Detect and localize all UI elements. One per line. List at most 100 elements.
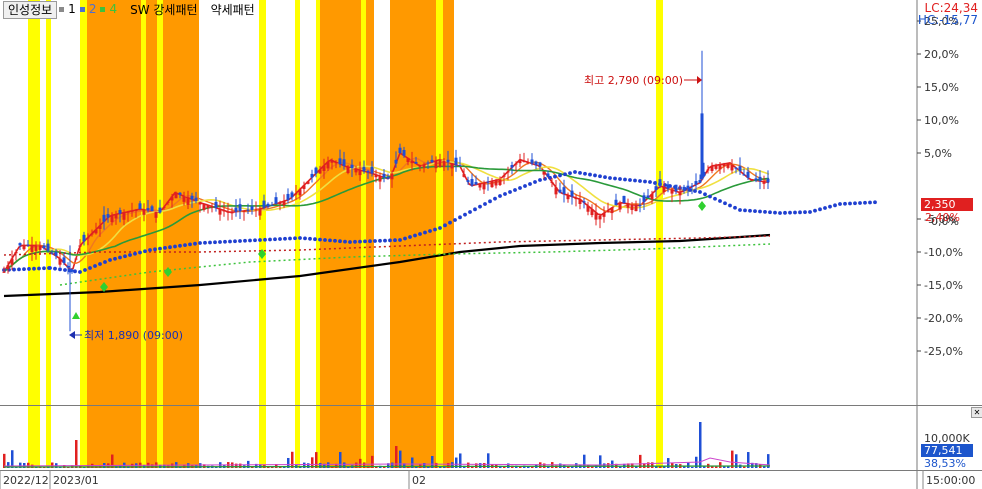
legend-item-4[interactable]: 4 xyxy=(100,2,117,16)
candle-body xyxy=(282,201,286,206)
candle-body xyxy=(238,204,242,212)
indicator-dot xyxy=(428,229,432,233)
legend-item-weak-pattern[interactable]: 약세패턴 xyxy=(201,1,255,18)
candle-body xyxy=(350,164,354,169)
indicator-dot xyxy=(58,267,62,272)
candle-body xyxy=(50,252,54,254)
candle-body xyxy=(222,210,226,212)
indicator-dot xyxy=(253,238,257,243)
candle-body xyxy=(102,214,106,222)
pattern-band-9 xyxy=(295,0,300,468)
pattern-band-0 xyxy=(28,0,40,468)
stock-chart-window[interactable]: 25,0% 20,0% 15,0% 10,0% 5,0% -5,0% -10,0% -15,0… xyxy=(0,0,982,489)
indicator-dot xyxy=(183,243,187,248)
indicator-dot xyxy=(293,236,297,241)
indicator-dot xyxy=(633,178,637,183)
pattern-band-11 xyxy=(320,0,361,468)
candle-body xyxy=(754,178,758,181)
indicator-dot xyxy=(778,211,782,215)
candle-body xyxy=(410,160,414,164)
indicator-dot xyxy=(143,249,147,254)
candle-body xyxy=(742,174,746,176)
price-tick-label-6: -10,0% xyxy=(924,246,963,259)
indicator-dot xyxy=(818,207,822,212)
volume-bar xyxy=(671,462,674,468)
candle-body xyxy=(270,204,274,206)
price-axis: 25,0%20,0%15,0%10,0%5,0%-5,0%-10,0%-15,0… xyxy=(917,15,963,358)
candle-body xyxy=(66,265,70,268)
indicator-dot xyxy=(688,188,692,192)
candle-body xyxy=(426,162,430,164)
price-chart[interactable]: 25,0%20,0%15,0%10,0%5,0%-5,0%-10,0%-15,0… xyxy=(0,0,982,489)
indicator-dot xyxy=(383,238,387,243)
candle-body xyxy=(758,176,762,182)
indicator-dot xyxy=(228,239,232,244)
indicator-dot xyxy=(853,201,857,206)
candle-body xyxy=(722,163,726,167)
indicator-dot xyxy=(763,209,767,214)
indicator-dot xyxy=(728,203,732,208)
indicator-dot xyxy=(558,173,562,178)
pattern-band-3 xyxy=(87,0,141,468)
legend-item-1[interactable]: 1 xyxy=(59,2,76,16)
pattern-band-14 xyxy=(390,0,436,468)
candle-body xyxy=(586,205,590,212)
candle-body xyxy=(298,189,302,196)
indicator-dot xyxy=(408,235,412,239)
candle-body xyxy=(490,181,494,188)
indicator-dot xyxy=(343,239,347,244)
volume-bar xyxy=(319,462,322,468)
candle-body xyxy=(714,165,718,169)
indicator-dot xyxy=(848,201,852,206)
indicator-dot xyxy=(188,242,192,247)
candle-body xyxy=(538,162,542,167)
indicator-dot xyxy=(498,194,502,198)
indicator-dot xyxy=(198,241,202,245)
low-arrow-head xyxy=(69,331,75,339)
candle-body xyxy=(46,243,50,251)
current-pct-label: 2,40% xyxy=(925,211,960,224)
candle-body xyxy=(310,173,314,178)
candle-body xyxy=(698,179,702,183)
candle-body xyxy=(38,245,42,250)
candle-body xyxy=(682,186,686,191)
indicator-dot xyxy=(133,251,137,256)
indicator-dot xyxy=(788,210,792,215)
indicator-dot xyxy=(148,248,152,252)
candle-body xyxy=(242,210,246,212)
indicator-dot xyxy=(168,245,172,250)
indicator-dot xyxy=(583,171,587,176)
volume-bar xyxy=(483,463,486,468)
indicator-dot xyxy=(273,237,277,242)
indicator-dot xyxy=(478,204,482,209)
close-volume-pane-button[interactable]: ✕ xyxy=(971,407,982,418)
candle-body xyxy=(150,206,154,212)
price-tick-label-1: 20,0% xyxy=(924,48,959,61)
candle-body xyxy=(434,160,438,169)
legend-item-strong-pattern[interactable]: SW 강세패턴 xyxy=(121,1,198,18)
candle-body xyxy=(110,215,114,223)
indicator-dot xyxy=(808,210,812,214)
candle-body xyxy=(354,169,358,173)
indicator-dot xyxy=(448,220,452,225)
indicator-dot xyxy=(303,236,307,241)
indicator-dot xyxy=(643,179,647,184)
candle-body xyxy=(502,175,506,177)
indicator-dot xyxy=(12,267,16,272)
volume-bar xyxy=(719,462,722,468)
indicator-dot xyxy=(768,210,772,215)
candle-body xyxy=(598,215,602,220)
candle-body xyxy=(466,180,470,183)
candle-body xyxy=(258,209,262,216)
indicator-dot xyxy=(748,208,752,213)
indicator-dot xyxy=(288,236,292,241)
indicator-dot xyxy=(193,241,197,246)
candle-body xyxy=(590,209,594,216)
price-tick-label-9: -25,0% xyxy=(924,345,963,358)
candle-body xyxy=(266,203,270,207)
candle-body xyxy=(734,167,738,169)
legend-1-icon xyxy=(59,6,65,12)
candle-body xyxy=(182,196,186,202)
legend-item-2[interactable]: 2 xyxy=(79,2,96,16)
stock-name[interactable]: 인성정보 xyxy=(3,0,58,19)
